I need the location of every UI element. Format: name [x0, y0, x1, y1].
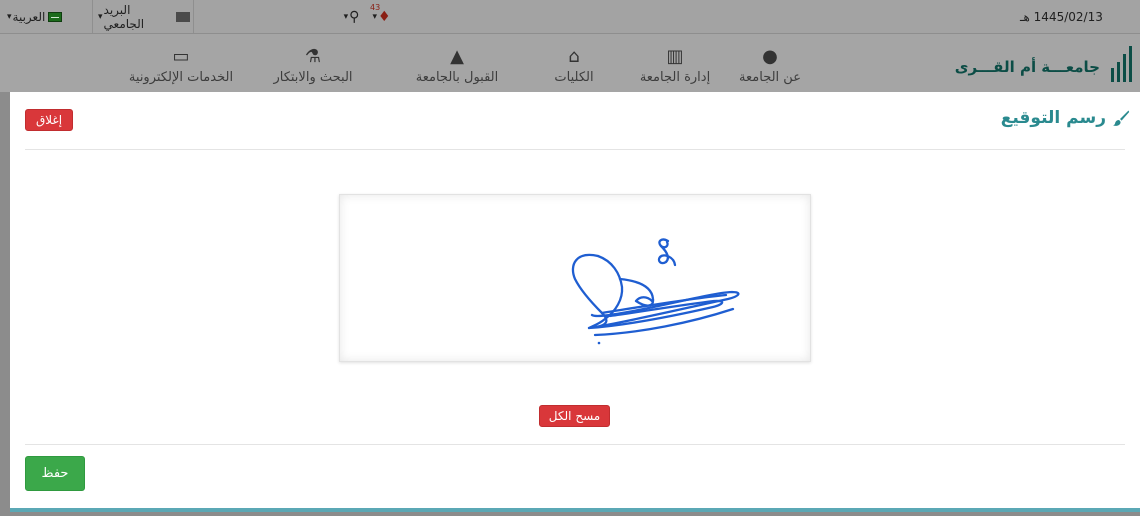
nav-item-research[interactable]: ⚗ البحث والابتكار: [253, 46, 373, 86]
clear-all-button[interactable]: مسح الكل: [539, 405, 610, 427]
paint-brush-icon: [1113, 110, 1130, 126]
university-logo[interactable]: جامعـــة أم القـــرى: [940, 44, 1140, 84]
language-label: العربية: [12, 9, 46, 24]
signature-dot: [597, 341, 601, 345]
search-icon: ⚲: [349, 8, 360, 25]
nav-item-admission[interactable]: ▲ القبول بالجامعة: [397, 46, 517, 86]
top-bar: ▾ العربية ▾ البريد الجامعي ▾ ⚲ ▾ 43 ♦ 144…: [0, 0, 1140, 34]
modal-title-text: رسم التوقيع: [1000, 108, 1106, 128]
notification-count: 43: [369, 2, 381, 12]
flask-icon: ⚗: [304, 46, 322, 67]
main-nav: ▭ الخدمات الإلكترونية ⚗ البحث والابتكار …: [0, 34, 1140, 92]
nav-item-label: إدارة الجامعة: [639, 70, 711, 85]
nav-item-label: الخدمات الإلكترونية: [128, 70, 234, 85]
search-button[interactable]: ▾ ⚲: [336, 0, 366, 33]
nav-item-e-services[interactable]: ▭ الخدمات الإلكترونية: [121, 46, 241, 86]
hijri-date: 1445/02/13 هـ: [1020, 9, 1103, 24]
mail-label: البريد الجامعي: [103, 2, 145, 31]
bell-icon: 43 ♦: [369, 2, 391, 25]
laptop-icon: ▭: [172, 46, 190, 67]
nav-item-label: عن الجامعة: [739, 70, 801, 85]
nav-item-about[interactable]: ● عن الجامعة: [710, 46, 830, 86]
modal-title: رسم التوقيع: [1001, 108, 1130, 128]
chevron-down-icon: ▾: [343, 11, 349, 22]
logo-emblem-icon: [1106, 46, 1132, 82]
footer-divider: [25, 444, 1125, 445]
envelope-icon: [176, 11, 190, 22]
nav-item-label: الكليات: [554, 70, 594, 85]
modal-header: رسم التوقيع إغلاق: [10, 92, 1140, 150]
notifications-button[interactable]: ▾ 43 ♦: [366, 0, 396, 33]
chevron-down-icon: ▾: [372, 11, 377, 22]
chevron-down-icon: ▾: [98, 11, 103, 22]
save-button[interactable]: حفظ: [25, 456, 85, 491]
close-button[interactable]: إغلاق: [25, 109, 73, 131]
graduation-cap-icon: ▲: [450, 46, 464, 67]
signature-modal: رسم التوقيع إغلاق مسح الكل حفظ: [10, 92, 1140, 512]
signature-drawing: [571, 238, 740, 345]
flag-icon: [48, 11, 63, 22]
info-icon: ●: [762, 46, 778, 67]
language-selector[interactable]: ▾ العربية: [6, 0, 92, 33]
nav-item-label: البحث والابتكار: [273, 70, 353, 85]
university-name: جامعـــة أم القـــرى: [954, 58, 1100, 76]
nav-item-label: القبول بالجامعة: [415, 70, 499, 85]
mail-link[interactable]: ▾ البريد الجامعي: [92, 0, 194, 33]
signature-pad[interactable]: [339, 194, 811, 362]
chevron-down-icon: ▾: [7, 11, 12, 22]
header-divider: [25, 149, 1125, 150]
